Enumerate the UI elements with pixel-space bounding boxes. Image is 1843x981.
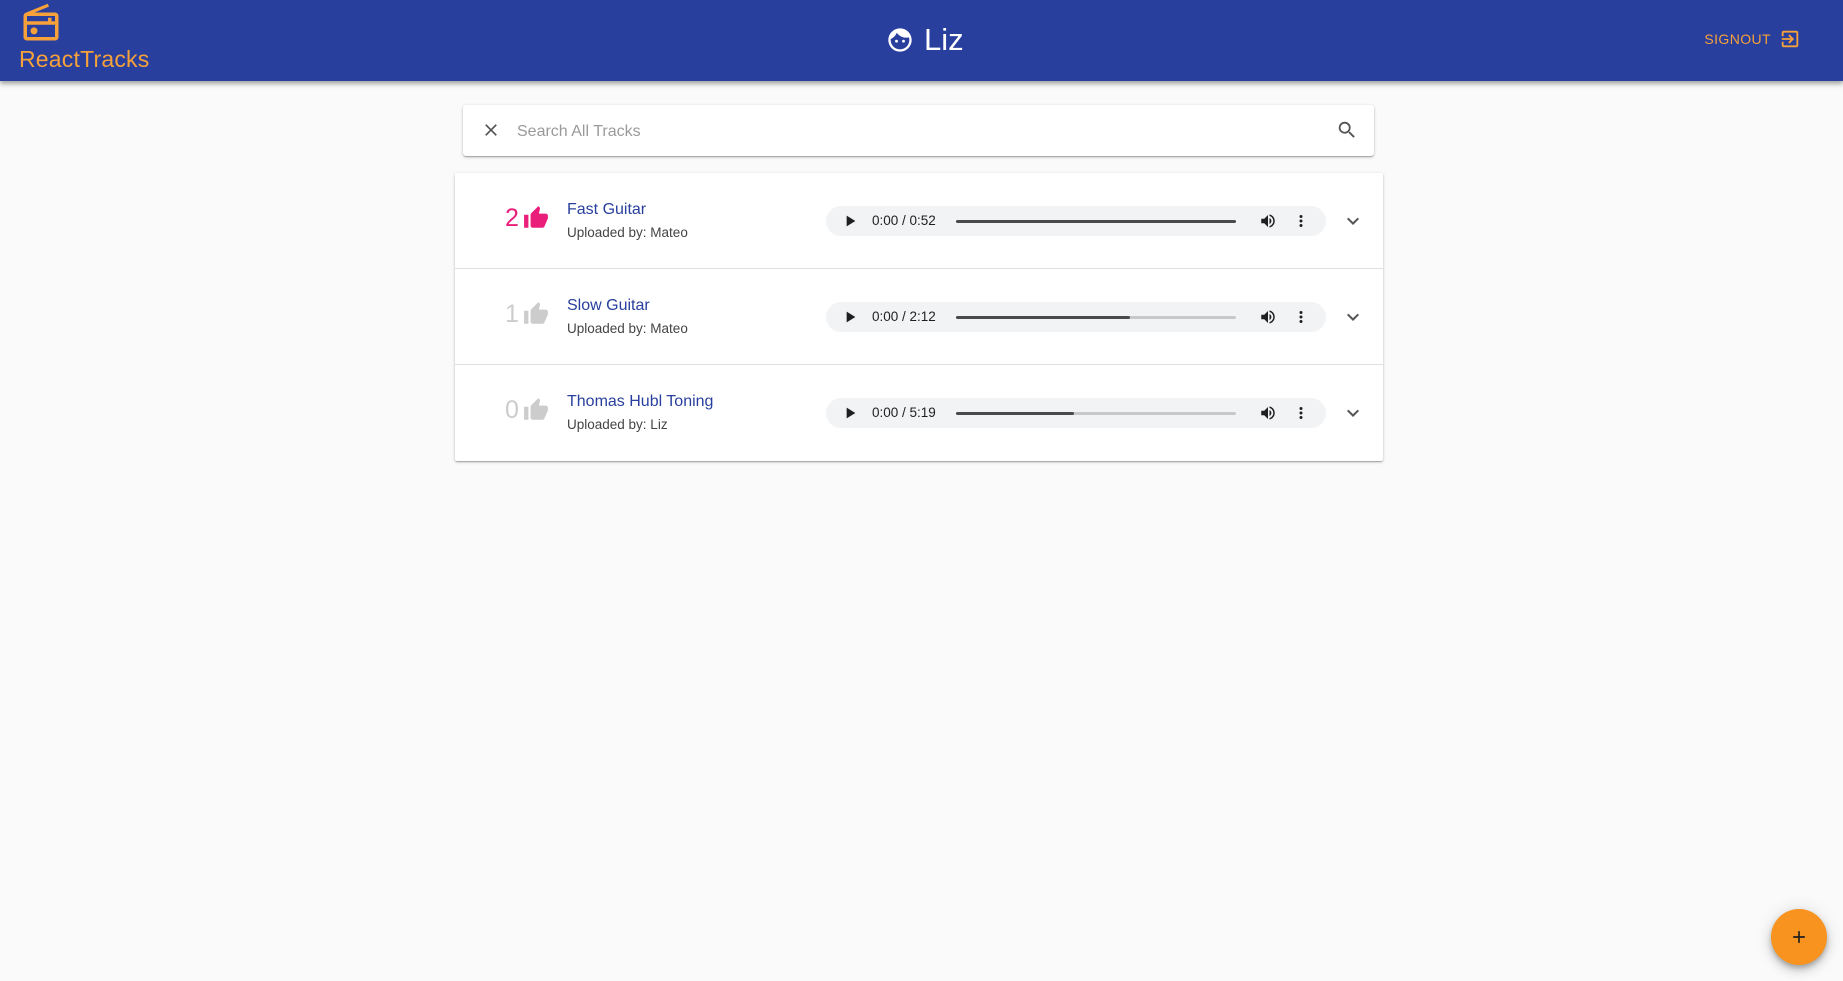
audio-player: 0:00 / 5:19 bbox=[826, 398, 1326, 428]
track-info: Thomas Hubl Toning Uploaded by: Liz bbox=[567, 392, 713, 434]
current-user: Liz bbox=[886, 22, 964, 58]
audio-time: 0:00 / 2:12 bbox=[872, 309, 936, 324]
more-vertical-icon[interactable] bbox=[1292, 212, 1310, 230]
volume-icon[interactable] bbox=[1259, 308, 1277, 326]
track-info: Fast Guitar Uploaded by: Mateo bbox=[567, 200, 688, 242]
audio-time: 0:00 / 0:52 bbox=[872, 213, 936, 228]
track-row: 1 Slow Guitar Uploaded by: Mateo 0:00 / … bbox=[455, 269, 1383, 365]
brand-title: ReactTracks bbox=[19, 46, 150, 72]
like-count: 2 bbox=[505, 204, 519, 232]
play-icon[interactable] bbox=[842, 309, 858, 325]
audio-time: 0:00 / 5:19 bbox=[872, 405, 936, 420]
track-info: Slow Guitar Uploaded by: Mateo bbox=[567, 296, 688, 338]
brand-link[interactable]: ReactTracks bbox=[19, 2, 149, 72]
more-vertical-icon[interactable] bbox=[1292, 404, 1310, 422]
volume-icon[interactable] bbox=[1259, 404, 1277, 422]
signout-label: SIGNOUT bbox=[1704, 31, 1771, 47]
search-bar bbox=[463, 105, 1374, 156]
chevron-down-icon[interactable] bbox=[1341, 209, 1365, 233]
track-list: 2 Fast Guitar Uploaded by: Mateo 0:00 / … bbox=[455, 173, 1383, 461]
track-title[interactable]: Thomas Hubl Toning bbox=[567, 392, 713, 412]
thumb-up-icon bbox=[523, 302, 548, 324]
audio-seek-bar[interactable] bbox=[956, 316, 1236, 319]
like-button[interactable]: 2 bbox=[505, 203, 549, 233]
audio-seek-bar[interactable] bbox=[956, 220, 1236, 223]
chevron-down-icon[interactable] bbox=[1341, 401, 1365, 425]
audio-player: 0:00 / 0:52 bbox=[826, 206, 1326, 236]
volume-icon[interactable] bbox=[1259, 212, 1277, 230]
track-uploader: Uploaded by: Mateo bbox=[567, 321, 688, 336]
track-row: 2 Fast Guitar Uploaded by: Mateo 0:00 / … bbox=[455, 173, 1383, 269]
like-count: 0 bbox=[505, 396, 519, 424]
audio-player: 0:00 / 2:12 bbox=[826, 302, 1326, 332]
app-bar: ReactTracks Liz SIGNOUT bbox=[0, 0, 1843, 81]
add-track-button[interactable] bbox=[1771, 909, 1827, 965]
close-icon[interactable] bbox=[481, 120, 501, 140]
audio-buffer-fill bbox=[956, 412, 1074, 415]
track-title[interactable]: Fast Guitar bbox=[567, 200, 688, 220]
like-button[interactable]: 0 bbox=[505, 395, 549, 425]
like-button[interactable]: 1 bbox=[505, 299, 549, 329]
signout-button[interactable]: SIGNOUT bbox=[1704, 28, 1801, 50]
radio-icon bbox=[23, 3, 59, 41]
track-title[interactable]: Slow Guitar bbox=[567, 296, 688, 316]
search-icon[interactable] bbox=[1336, 119, 1358, 141]
play-icon[interactable] bbox=[842, 405, 858, 421]
play-icon[interactable] bbox=[842, 213, 858, 229]
thumb-up-icon bbox=[523, 206, 548, 228]
audio-buffer-fill bbox=[956, 220, 1236, 223]
chevron-down-icon[interactable] bbox=[1341, 305, 1365, 329]
exit-to-app-icon bbox=[1781, 30, 1799, 48]
audio-seek-bar[interactable] bbox=[956, 412, 1236, 415]
track-uploader: Uploaded by: Liz bbox=[567, 417, 668, 432]
face-icon bbox=[888, 28, 912, 52]
like-count: 1 bbox=[505, 300, 519, 328]
user-name: Liz bbox=[924, 22, 964, 57]
thumb-up-icon bbox=[523, 398, 548, 420]
more-vertical-icon[interactable] bbox=[1292, 308, 1310, 326]
audio-buffer-fill bbox=[956, 316, 1130, 319]
add-icon bbox=[1793, 931, 1805, 943]
track-uploader: Uploaded by: Mateo bbox=[567, 225, 688, 240]
track-row: 0 Thomas Hubl Toning Uploaded by: Liz 0:… bbox=[455, 365, 1383, 461]
search-input[interactable] bbox=[515, 117, 1299, 147]
